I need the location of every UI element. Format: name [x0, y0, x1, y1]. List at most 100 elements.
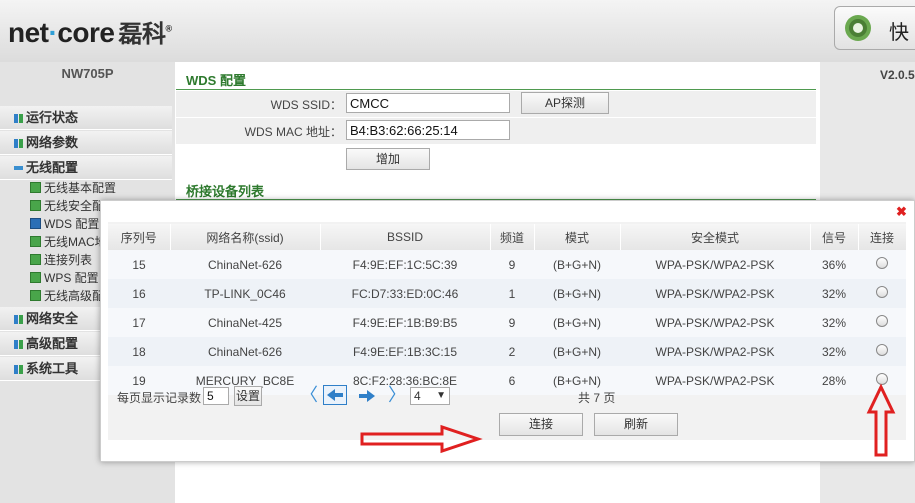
wds-mac-label: WDS MAC 地址： [244, 125, 342, 139]
section-divider [176, 89, 816, 90]
row-security: WPA-PSK/WPA2-PSK [620, 366, 810, 395]
ap-scan-button[interactable]: AP探测 [521, 92, 609, 114]
row-ssid: TP-LINK_0C46 [170, 279, 320, 308]
row-number: 15 [108, 250, 170, 279]
menu-grid-icon [14, 114, 23, 123]
bullet-icon [30, 218, 41, 229]
bullet-icon [30, 200, 41, 211]
set-button[interactable]: 设置 [234, 386, 262, 406]
bullet-icon [30, 236, 41, 247]
menu-grid-icon [14, 139, 23, 148]
prev-page-button[interactable] [323, 385, 347, 405]
connect-radio[interactable] [876, 257, 888, 269]
per-page-label: 每页显示记录数 [117, 391, 202, 405]
menu-grid-icon [14, 365, 23, 374]
column-header: 模式 [534, 224, 621, 250]
submenu-wireless-basic[interactable]: 无线基本配置 [30, 179, 116, 197]
row-signal: 32% [810, 337, 858, 366]
row-number: 17 [108, 308, 170, 337]
wds-ssid-input[interactable] [346, 93, 510, 113]
column-header: 序列号 [108, 224, 171, 250]
bullet-icon [30, 254, 41, 265]
last-page-icon[interactable]: 〉 [388, 386, 406, 404]
row-ssid: ChinaNet-626 [170, 250, 320, 279]
row-channel: 9 [490, 250, 534, 279]
row-channel: 6 [490, 366, 534, 395]
column-header: 连接 [858, 224, 907, 250]
ap-scan-table: 序列号 网络名称(ssid) BSSID 频道 模式 安全模式 信号 连接 15… [108, 224, 907, 395]
row-bssid: F4:9E:EF:1B:B9:B5 [320, 308, 490, 337]
next-page-icon[interactable] [356, 387, 378, 405]
row-signal: 32% [810, 279, 858, 308]
quick-setup-label: 快 [889, 22, 909, 44]
submenu-wireless-advanced[interactable]: 无线高级配 [30, 287, 104, 305]
row-channel: 2 [490, 337, 534, 366]
page-select[interactable]: 4 ▼ [410, 387, 450, 405]
refresh-button[interactable]: 刷新 [594, 413, 678, 436]
menu-grid-icon [14, 340, 23, 349]
menu-network-params[interactable]: 网络参数 [0, 131, 172, 155]
wds-mac-input[interactable] [346, 120, 510, 140]
table-row: 16 TP-LINK_0C46 FC:D7:33:ED:0C:46 1 (B+G… [108, 279, 906, 308]
menu-wireless-config[interactable]: 无线配置 [0, 156, 172, 180]
submenu-wps-config[interactable]: WPS 配置 [30, 269, 99, 287]
row-bssid: F4:9E:EF:1B:3C:15 [320, 337, 490, 366]
wds-ssid-label: WDS SSID： [270, 98, 342, 112]
page-select-value: 4 [414, 389, 421, 403]
wds-section-title: WDS 配置 [186, 73, 246, 88]
row-number: 18 [108, 337, 170, 366]
row-channel: 1 [490, 279, 534, 308]
row-ssid: ChinaNet-626 [170, 337, 320, 366]
submenu-wireless-mac[interactable]: 无线MAC地 [30, 233, 107, 251]
menu-running-status[interactable]: 运行状态 [0, 106, 172, 130]
column-header: 频道 [490, 224, 535, 250]
add-button[interactable]: 增加 [346, 148, 430, 170]
table-header-row: 序列号 网络名称(ssid) BSSID 频道 模式 安全模式 信号 连接 [108, 224, 907, 250]
row-mode: (B+G+N) [534, 250, 620, 279]
column-header: 信号 [810, 224, 859, 250]
row-mode: (B+G+N) [534, 279, 620, 308]
annotation-arrow-right-icon [360, 424, 483, 454]
row-bssid: F4:9E:EF:1C:5C:39 [320, 250, 490, 279]
row-security: WPA-PSK/WPA2-PSK [620, 308, 810, 337]
row-connect-cell [858, 308, 906, 337]
submenu-wireless-security[interactable]: 无线安全配 [30, 197, 104, 215]
table-row: 17 ChinaNet-425 F4:9E:EF:1B:B9:B5 9 (B+G… [108, 308, 906, 337]
connect-button[interactable]: 连接 [499, 413, 583, 436]
row-security: WPA-PSK/WPA2-PSK [620, 337, 810, 366]
row-channel: 9 [490, 308, 534, 337]
row-number: 16 [108, 279, 170, 308]
first-page-icon[interactable]: 〈 [300, 386, 318, 404]
row-mode: (B+G+N) [534, 337, 620, 366]
row-security: WPA-PSK/WPA2-PSK [620, 250, 810, 279]
column-header: 网络名称(ssid) [170, 224, 321, 250]
menu-minus-icon [14, 166, 23, 170]
quick-setup-button[interactable]: 快 [834, 6, 915, 50]
row-signal: 28% [810, 366, 858, 395]
connect-radio[interactable] [876, 344, 888, 356]
bullet-icon [30, 272, 41, 283]
annotation-arrow-up-icon [866, 383, 896, 457]
row-signal: 36% [810, 250, 858, 279]
firmware-version: V2.0.5 [880, 68, 915, 82]
close-icon[interactable]: ✖ [896, 204, 907, 220]
column-header: BSSID [320, 224, 491, 250]
per-page-input[interactable] [203, 387, 229, 405]
column-header: 安全模式 [620, 224, 811, 250]
submenu-connection-list[interactable]: 连接列表 [30, 251, 92, 269]
row-security: WPA-PSK/WPA2-PSK [620, 279, 810, 308]
bullet-icon [30, 182, 41, 193]
row-bssid: FC:D7:33:ED:0C:46 [320, 279, 490, 308]
row-connect-cell [858, 337, 906, 366]
bridge-list-title: 桥接设备列表 [186, 184, 265, 199]
submenu-wds-config[interactable]: WDS 配置 [30, 215, 99, 233]
table-row: 18 ChinaNet-626 F4:9E:EF:1B:3C:15 2 (B+G… [108, 337, 906, 366]
arrow-left-icon [327, 389, 343, 401]
row-signal: 32% [810, 308, 858, 337]
table-row: 15 ChinaNet-626 F4:9E:EF:1C:5C:39 9 (B+G… [108, 250, 906, 279]
bullet-icon [30, 290, 41, 301]
connect-radio[interactable] [876, 286, 888, 298]
row-mode: (B+G+N) [534, 308, 620, 337]
connect-radio[interactable] [876, 315, 888, 327]
gear-icon [845, 15, 871, 41]
